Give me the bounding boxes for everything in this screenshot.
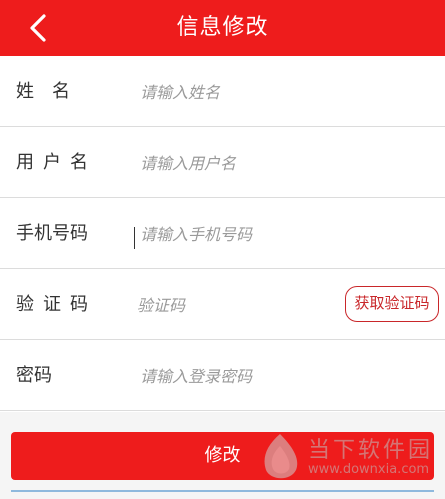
watermark-logo-icon: [264, 434, 298, 479]
text-cursor: [134, 227, 135, 249]
watermark-url: www.downxia.com: [308, 462, 430, 477]
watermark: 当下软件园 www.downxia.com: [258, 428, 430, 488]
profile-form: 姓 名 用户名 手机号码 验证码 获取验证码 密码: [0, 56, 445, 412]
name-input[interactable]: [140, 78, 340, 106]
get-code-button[interactable]: 获取验证码: [345, 286, 439, 322]
phone-label: 手机号码: [16, 223, 88, 244]
name-row: 姓 名: [0, 56, 445, 127]
code-row: 验证码 获取验证码: [0, 269, 445, 340]
password-label: 密码: [16, 365, 52, 386]
username-label: 用户名: [16, 152, 97, 173]
code-input[interactable]: [137, 291, 317, 319]
phone-row: 手机号码: [0, 198, 445, 269]
page-title: 信息修改: [176, 15, 269, 40]
phone-input[interactable]: [140, 220, 340, 248]
top-bar: 信息修改: [0, 0, 445, 56]
code-label: 验证码: [16, 294, 97, 315]
username-input[interactable]: [140, 149, 340, 177]
bottom-divider: [11, 490, 434, 492]
username-row: 用户名: [0, 127, 445, 198]
password-input[interactable]: [140, 362, 340, 390]
name-label: 姓 名: [16, 81, 70, 102]
watermark-text: 当下软件园: [308, 438, 434, 463]
password-row: 密码: [0, 340, 445, 411]
